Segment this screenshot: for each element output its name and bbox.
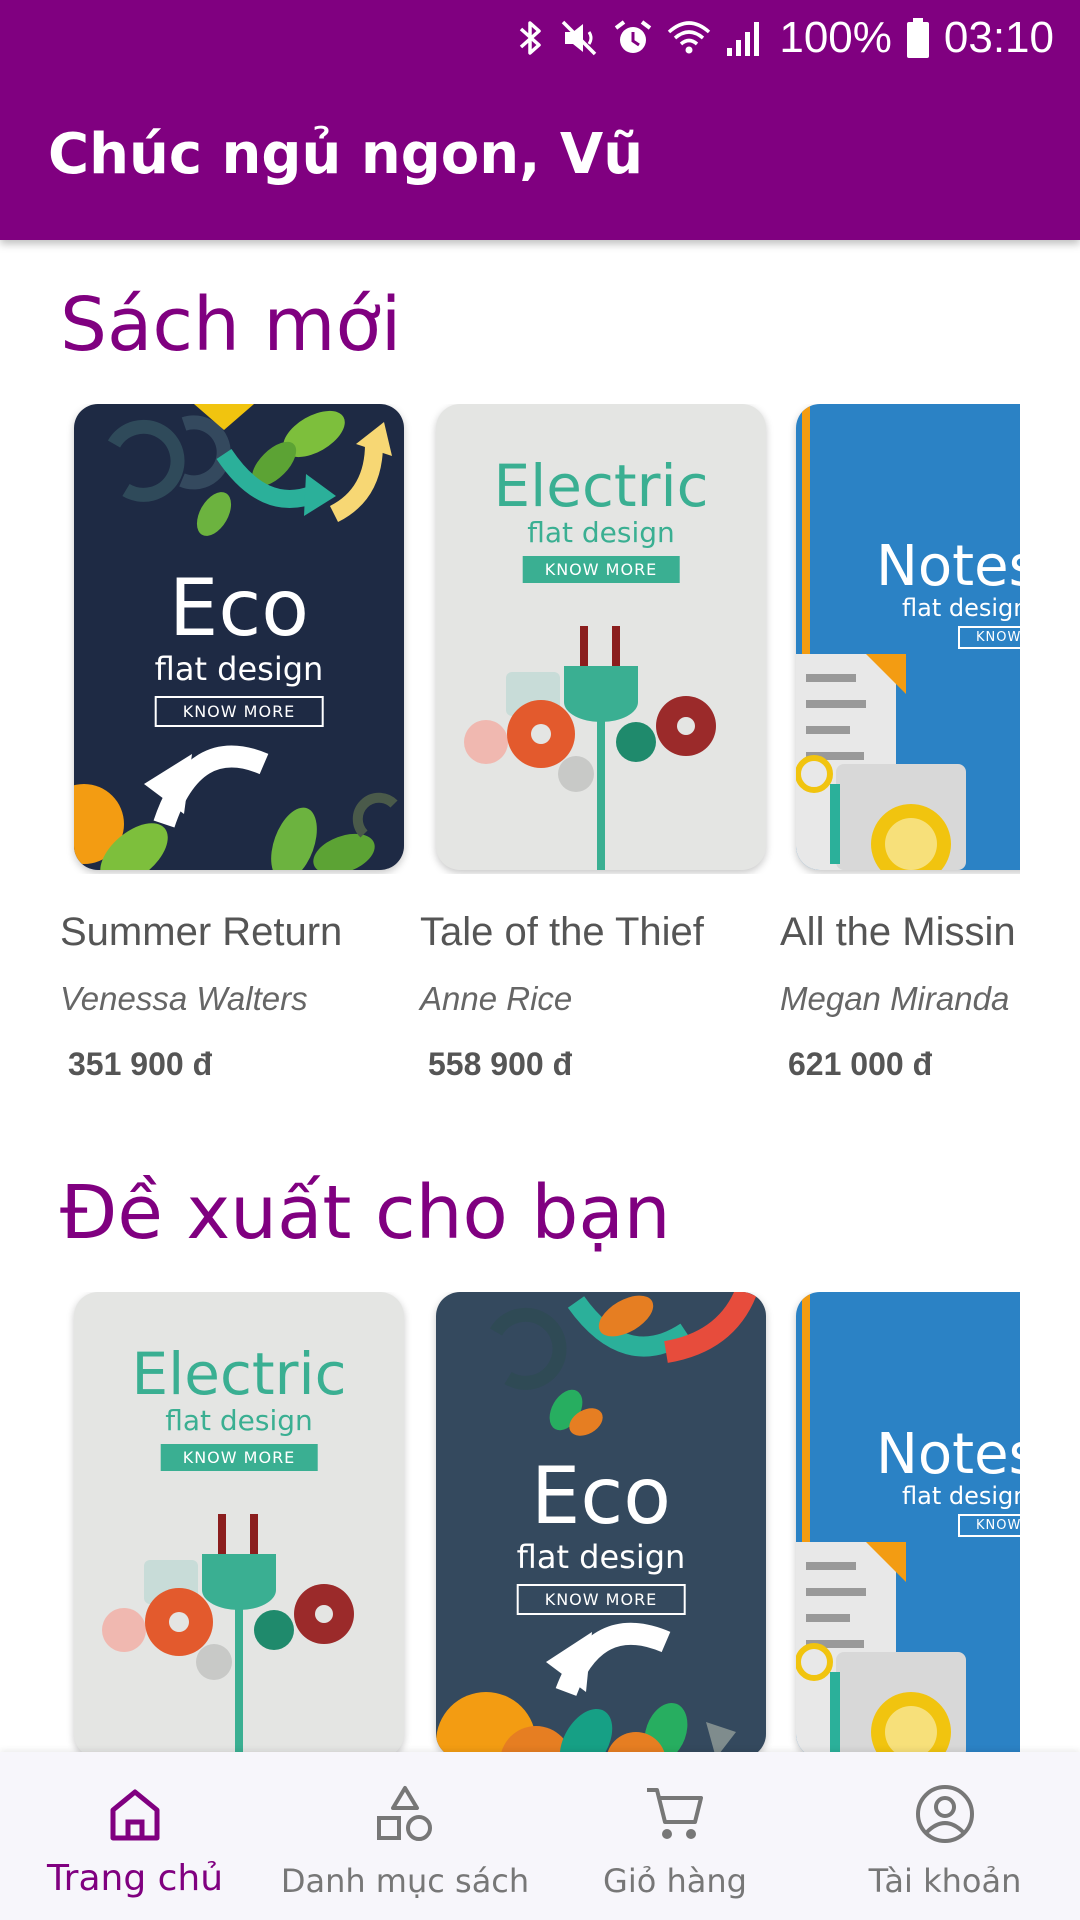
nav-item-cart[interactable]: Giỏ hàng bbox=[540, 1752, 810, 1920]
book-cover-all-the-missing[interactable]: Notes flat design KNOW MORE bbox=[796, 404, 1020, 870]
clock: 03:10 bbox=[943, 13, 1054, 62]
nav-item-account[interactable]: Tài khoản bbox=[810, 1752, 1080, 1920]
signal-icon bbox=[727, 22, 760, 56]
account-icon bbox=[916, 1785, 974, 1843]
status-bar: 100% 03:10 bbox=[517, 10, 1054, 66]
book-author: Anne Rice bbox=[420, 980, 573, 1017]
home-icon bbox=[110, 1789, 160, 1841]
greeting-title: Chúc ngủ ngon, Vũ bbox=[48, 122, 644, 187]
cover-subtitle: flat design bbox=[902, 1482, 1020, 1510]
cover-headline: Notes bbox=[876, 1422, 1020, 1487]
book-title[interactable]: All the Missin bbox=[780, 910, 1016, 955]
cover-know-more: KNOW MORE bbox=[958, 626, 1020, 649]
wifi-icon bbox=[668, 21, 711, 54]
cover-know-more: KNOW MORE bbox=[958, 1514, 1020, 1537]
nav-item-home[interactable]: Trang chủ bbox=[0, 1752, 270, 1920]
book-title[interactable]: Tale of the Thief bbox=[420, 910, 704, 955]
nav-label-home: Trang chủ bbox=[46, 1858, 224, 1899]
bluetooth-icon bbox=[520, 21, 542, 55]
nav-label-account: Tài khoản bbox=[868, 1862, 1022, 1900]
nav-label-cart: Giỏ hàng bbox=[603, 1862, 747, 1900]
carousel-clip: Notes flat design KNOW MORE bbox=[0, 404, 1020, 874]
mute-icon bbox=[562, 20, 597, 56]
book-price: 351 900 đ bbox=[68, 1046, 213, 1082]
recommended-carousel[interactable]: Electric flat design KNOW MORE Eco flat … bbox=[0, 1292, 1020, 1752]
bottom-navigation: Trang chủ Danh mục sách Giỏ hàng Tài kho… bbox=[0, 1752, 1080, 1920]
home-content[interactable]: Sách mới Eco flat design KNOW MORE Elect… bbox=[0, 240, 1080, 1752]
cart-icon bbox=[647, 1788, 703, 1839]
section-title-new-books: Sách mới bbox=[60, 282, 402, 368]
book-cover-recommended-3[interactable]: Notes flat design KNOW MORE bbox=[796, 1292, 1020, 1752]
cover-subtitle: flat design bbox=[902, 594, 1020, 622]
carousel-clip: Notes flat design KNOW MORE bbox=[0, 1292, 1020, 1752]
nav-item-categories[interactable]: Danh mục sách bbox=[270, 1752, 540, 1920]
category-shapes-icon bbox=[377, 1786, 432, 1841]
section-title-recommended: Đề xuất cho bạn bbox=[60, 1170, 671, 1256]
app-bar: 100% 03:10 Chúc ngủ ngon, Vũ bbox=[0, 0, 1080, 240]
nav-label-categories: Danh mục sách bbox=[280, 1862, 530, 1900]
battery-icon bbox=[906, 18, 929, 58]
battery-percent: 100% bbox=[779, 13, 892, 62]
book-price: 558 900 đ bbox=[428, 1046, 573, 1082]
new-books-info: Summer Return Venessa Walters 351 900 đ … bbox=[0, 910, 1020, 1150]
cover-headline: Notes bbox=[876, 534, 1020, 599]
book-author: Megan Miranda bbox=[780, 980, 1010, 1017]
book-price: 621 000 đ bbox=[788, 1046, 933, 1082]
book-title[interactable]: Summer Return bbox=[60, 910, 342, 955]
book-author: Venessa Walters bbox=[60, 980, 308, 1017]
new-books-carousel[interactable]: Eco flat design KNOW MORE Electric flat … bbox=[0, 404, 1020, 874]
alarm-icon bbox=[615, 20, 652, 53]
